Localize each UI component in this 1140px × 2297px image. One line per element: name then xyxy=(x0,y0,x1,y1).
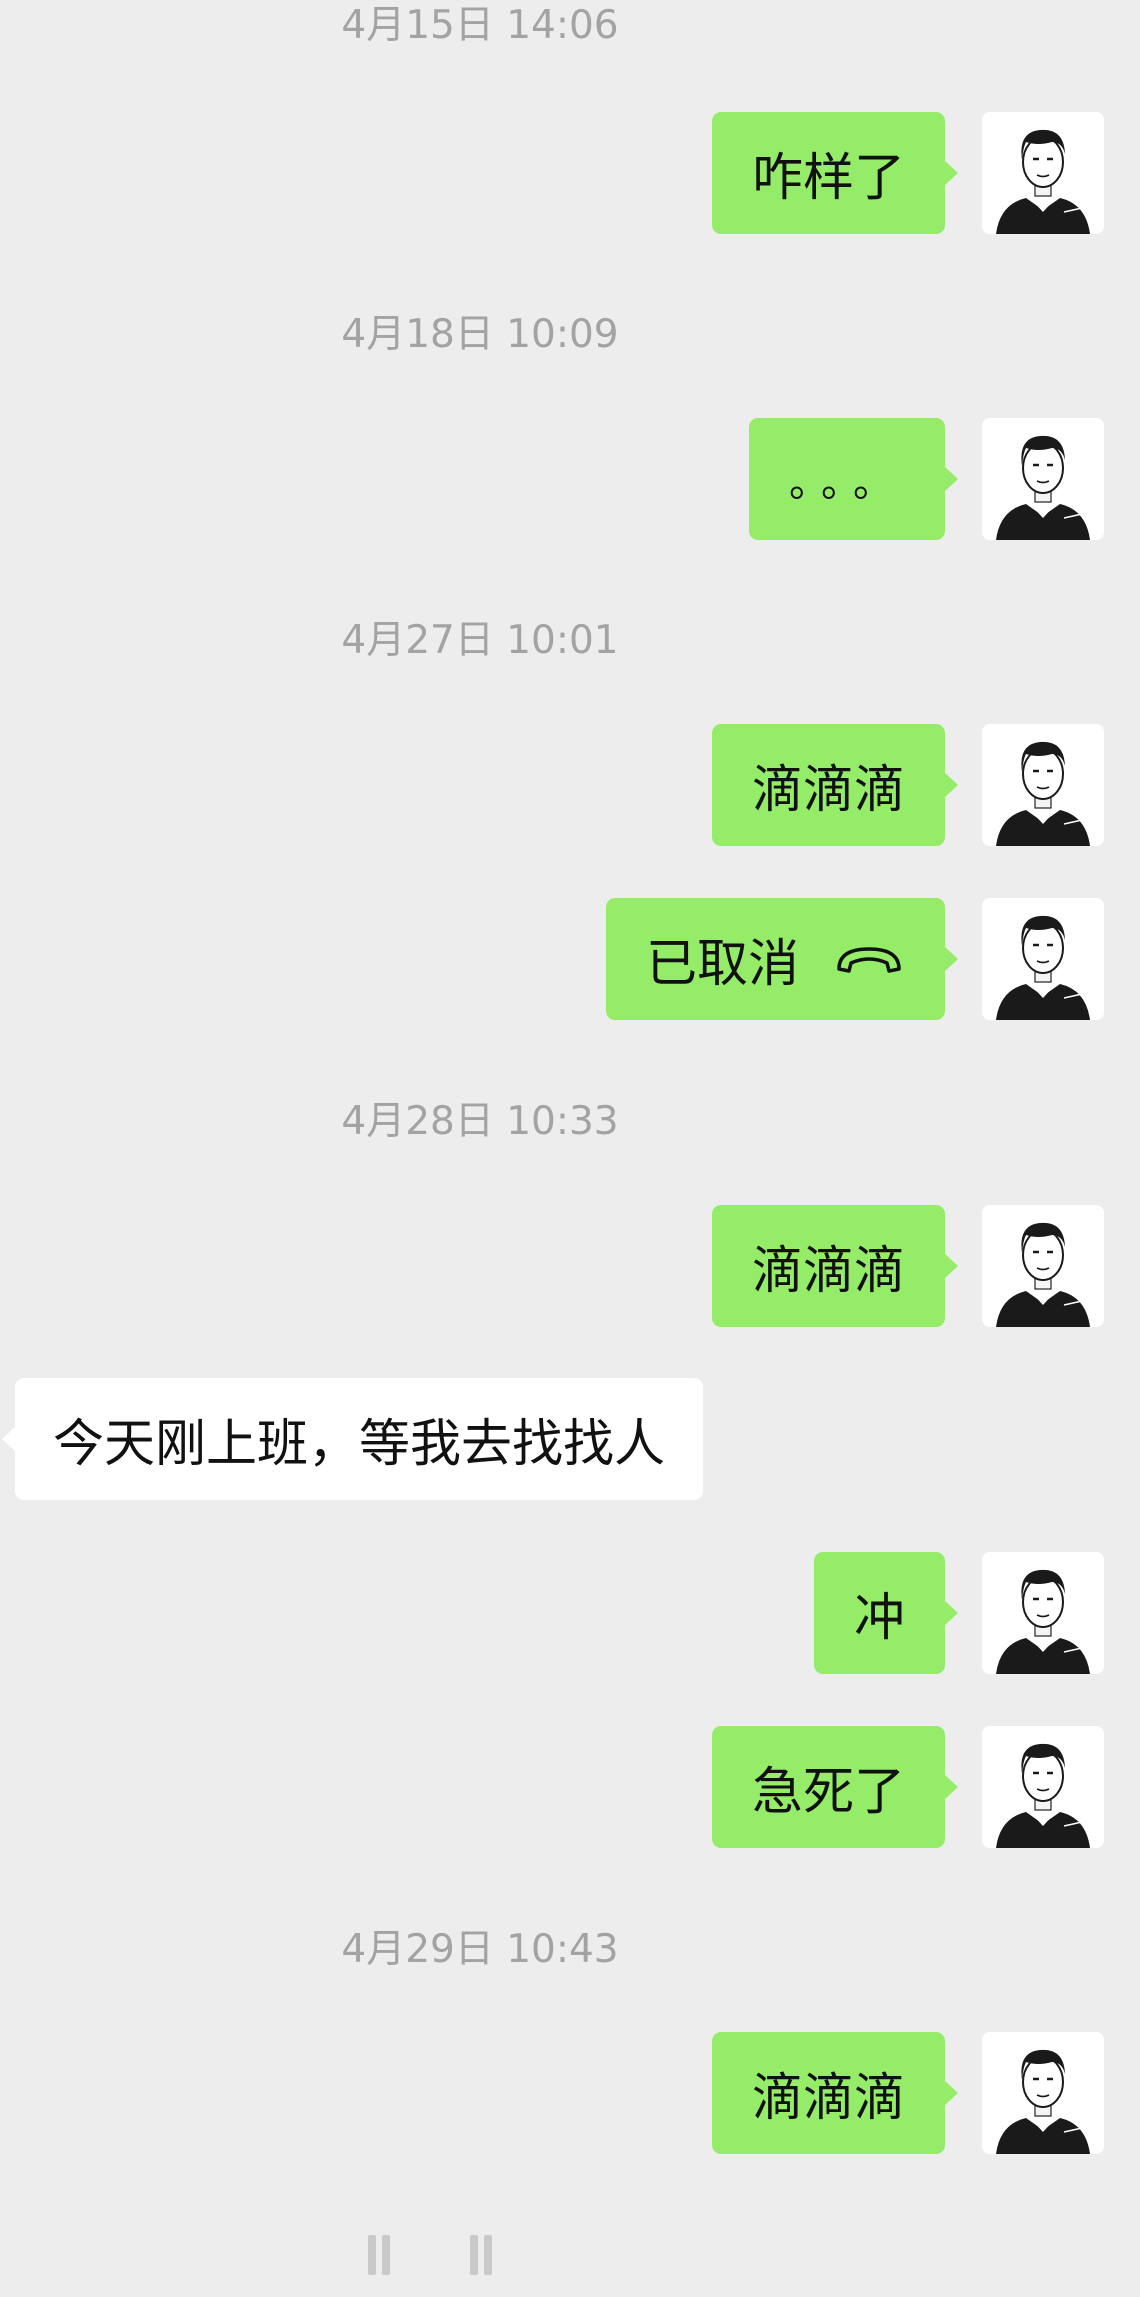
my-message-bubble[interactable]: 。。。 xyxy=(749,418,958,540)
message-row: 急死了 xyxy=(0,1726,1140,1848)
phone-hangup-icon xyxy=(833,939,905,979)
timestamp: 4月18日 10:09 xyxy=(341,312,619,357)
timestamp: 4月29日 10:43 xyxy=(341,1927,619,1972)
my-avatar[interactable] xyxy=(982,898,1104,1020)
my-avatar[interactable] xyxy=(982,418,1104,540)
my-avatar[interactable] xyxy=(982,724,1104,846)
their-message-bubble[interactable]: 今天刚上班，等我去找找人 xyxy=(1,1378,704,1500)
message-row: 咋样了 xyxy=(0,112,1140,234)
avatar-icon xyxy=(982,1552,1104,1674)
avatar-icon xyxy=(982,1205,1104,1327)
my-avatar[interactable] xyxy=(982,1726,1104,1848)
timestamp: 4月15日 14:06 xyxy=(341,3,619,48)
avatar-icon xyxy=(982,2032,1104,2154)
my-message-bubble[interactable]: 急死了 xyxy=(711,1726,959,1848)
message-row: 滴滴滴 xyxy=(0,2032,1140,2154)
my-message-bubble[interactable]: 滴滴滴 xyxy=(711,2032,959,2154)
timestamp: 4月28日 10:33 xyxy=(341,1099,619,1144)
my-avatar[interactable] xyxy=(982,112,1104,234)
scroll-hint-marks xyxy=(360,2235,620,2275)
message-row: 冲 xyxy=(0,1552,1140,1674)
avatar-icon xyxy=(982,898,1104,1020)
avatar-icon xyxy=(982,724,1104,846)
my-message-bubble[interactable]: 咋样了 xyxy=(711,112,959,234)
message-row: 已取消 xyxy=(0,898,1140,1020)
message-row: 今天刚上班，等我去找找人 xyxy=(0,1378,1140,1500)
my-message-bubble[interactable]: 滴滴滴 xyxy=(711,1205,959,1327)
call-record-bubble[interactable]: 已取消 xyxy=(605,898,959,1020)
message-row: 。。。 xyxy=(0,418,1140,540)
my-message-bubble[interactable]: 冲 xyxy=(813,1552,959,1674)
my-avatar[interactable] xyxy=(982,1552,1104,1674)
message-row: 滴滴滴 xyxy=(0,724,1140,846)
call-status-label: 已取消 xyxy=(645,935,799,994)
my-avatar[interactable] xyxy=(982,2032,1104,2154)
message-row: 滴滴滴 xyxy=(0,1205,1140,1327)
timestamp: 4月27日 10:01 xyxy=(341,618,619,663)
avatar-icon xyxy=(982,112,1104,234)
avatar-icon xyxy=(982,418,1104,540)
my-message-bubble[interactable]: 滴滴滴 xyxy=(711,724,959,846)
avatar-icon xyxy=(982,1726,1104,1848)
my-avatar[interactable] xyxy=(982,1205,1104,1327)
